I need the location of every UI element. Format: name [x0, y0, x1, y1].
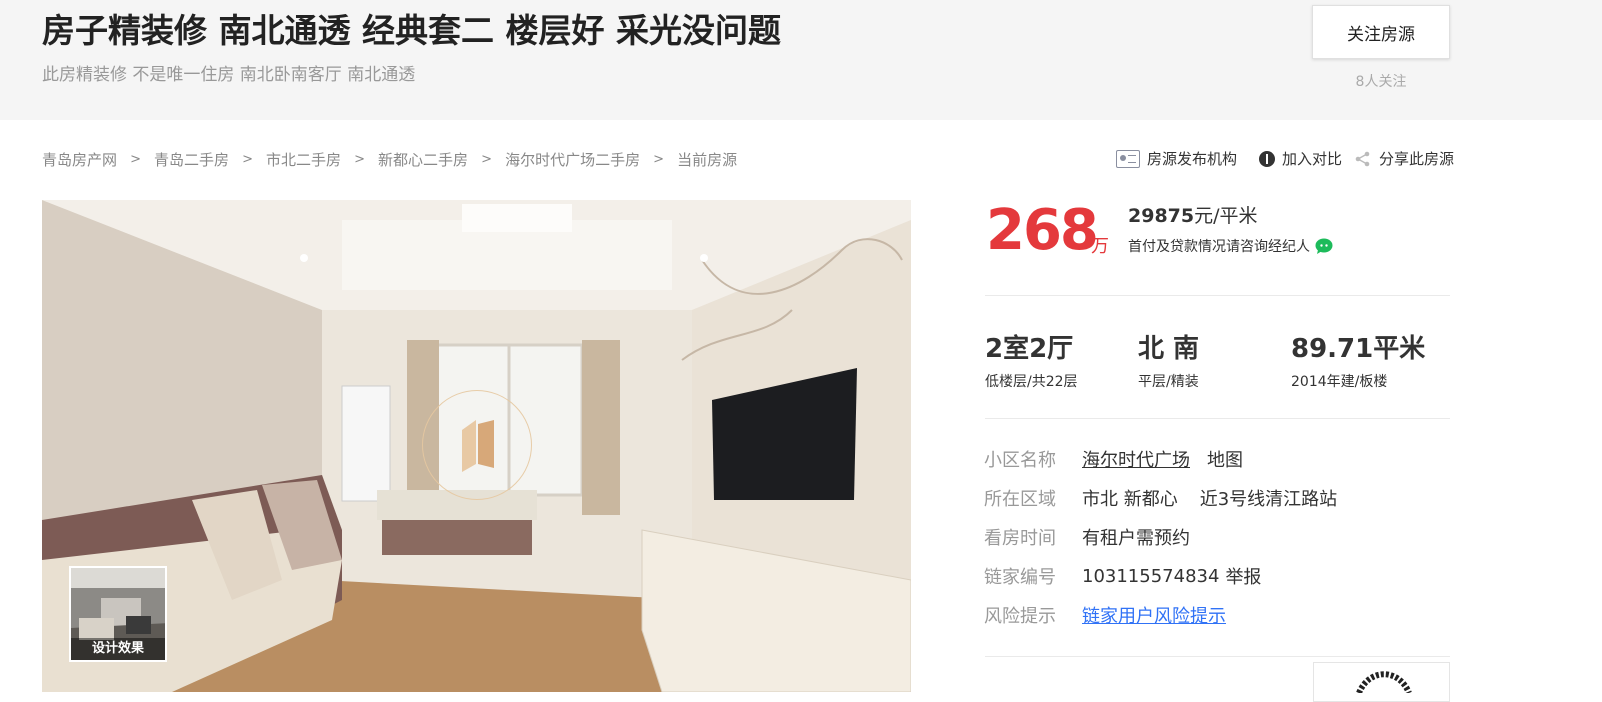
- community-map-link[interactable]: 地图: [1207, 446, 1243, 472]
- breadcrumb-separator: >: [653, 152, 665, 167]
- breadcrumb-current: 当前房源: [677, 151, 738, 169]
- id-card-icon: [1116, 149, 1140, 168]
- room-orientation-sub: 平层/精装: [1138, 374, 1199, 390]
- breadcrumb: 青岛房产网 > 青岛二手房 > 市北二手房 > 新都心二手房 > 海尔时代广场二…: [42, 149, 737, 170]
- info-divider: [985, 656, 1450, 657]
- room-orientation-main: 北 南: [1138, 334, 1200, 364]
- community-label: 小区名称: [984, 450, 1056, 471]
- price-divider: [985, 295, 1450, 296]
- district-value[interactable]: 市北 新都心: [1082, 485, 1178, 511]
- community-link[interactable]: 海尔时代广场: [1082, 446, 1190, 472]
- vr-icon[interactable]: [460, 420, 496, 472]
- breadcrumb-separator: >: [354, 152, 365, 167]
- breadcrumb-item[interactable]: 海尔时代广场二手房: [505, 149, 640, 170]
- share-label: 分享此房源: [1379, 150, 1455, 168]
- unit-price: 29875元/平米: [1128, 201, 1258, 228]
- down-payment-note: 首付及贷款情况请咨询经纪人: [1128, 236, 1333, 256]
- risk-label: 风险提示: [984, 606, 1056, 627]
- community-row: 小区名称 海尔时代广场 地图: [984, 446, 1243, 472]
- room-area-sub: 2014年建/板楼: [1291, 374, 1388, 390]
- room-area: 89.71平米 2014年建/板楼: [1291, 328, 1425, 391]
- listing-title: 房子精装修 南北通透 经典套二 楼层好 采光没问题: [42, 11, 781, 50]
- qr-code: [1313, 662, 1450, 702]
- design-effect-thumbnail[interactable]: 设计效果: [69, 566, 167, 662]
- breadcrumb-item[interactable]: 新都心二手房: [378, 149, 468, 170]
- unit-price-suffix: 元/平米: [1194, 205, 1258, 227]
- report-link[interactable]: 举报: [1225, 563, 1261, 589]
- total-price-unit: 万: [1091, 236, 1109, 257]
- room-layout: 2室2厅 低楼层/共22层: [985, 328, 1078, 391]
- listing-code-row: 链家编号 103115574834 举报: [984, 563, 1261, 589]
- share-icon: [1355, 151, 1370, 166]
- agency-info-button[interactable]: 房源发布机构: [1116, 148, 1237, 169]
- room-divider: [985, 418, 1450, 419]
- down-payment-text: 首付及贷款情况请咨询经纪人: [1128, 239, 1310, 255]
- visit-time-label: 看房时间: [984, 528, 1056, 549]
- breadcrumb-item[interactable]: 市北二手房: [266, 149, 341, 170]
- breadcrumb-separator: >: [242, 152, 253, 167]
- listing-header: 房子精装修 南北通透 经典套二 楼层好 采光没问题 此房精装修 不是唯一住房 南…: [0, 0, 1602, 120]
- chat-bubble-icon[interactable]: [1315, 238, 1333, 254]
- add-compare-button[interactable]: 加入对比: [1259, 148, 1342, 169]
- breadcrumb-separator: >: [481, 152, 493, 167]
- room-area-main: 89.71平米: [1291, 334, 1426, 364]
- risk-row: 风险提示 链家用户风险提示: [984, 602, 1226, 628]
- district-subway: 近3号线清江路站: [1199, 489, 1338, 510]
- visit-time-row: 看房时间 有租户需预约: [984, 524, 1190, 550]
- breadcrumb-item[interactable]: 青岛房产网: [42, 149, 117, 170]
- district-row: 所在区域 市北 新都心 近3号线清江路站: [984, 485, 1337, 511]
- breadcrumb-separator: >: [130, 152, 141, 167]
- listing-code-label: 链家编号: [984, 567, 1056, 588]
- room-layout-main: 2室2厅: [985, 334, 1074, 364]
- listing-subtitle: 此房精装修 不是唯一住房 南北卧南客厅 南北通透: [42, 65, 416, 85]
- follow-listing-button[interactable]: 关注房源: [1312, 5, 1450, 59]
- design-effect-label: 设计效果: [71, 638, 165, 660]
- breadcrumb-item[interactable]: 青岛二手房: [154, 149, 229, 170]
- qr-code-icon: [1356, 671, 1412, 695]
- follow-count: 8人关注: [1355, 74, 1407, 90]
- agency-label: 房源发布机构: [1147, 150, 1238, 168]
- compare-label: 加入对比: [1282, 150, 1343, 168]
- compare-icon: [1259, 150, 1276, 167]
- unit-price-value: 29875: [1128, 205, 1195, 227]
- district-label: 所在区域: [984, 489, 1056, 510]
- total-price: 268: [986, 198, 1099, 263]
- listing-code-value: 103115574834: [1082, 565, 1220, 587]
- room-orientation: 北 南 平层/精装: [1138, 328, 1199, 391]
- visit-time-value: 有租户需预约: [1082, 528, 1190, 549]
- share-listing-button[interactable]: 分享此房源: [1354, 148, 1454, 169]
- risk-notice-link[interactable]: 链家用户风险提示: [1082, 602, 1226, 628]
- room-layout-sub: 低楼层/共22层: [985, 374, 1078, 390]
- listing-photo[interactable]: 设计效果: [42, 200, 911, 692]
- listing-actions: 房源发布机构 加入对比 分享此房源: [1116, 148, 1454, 169]
